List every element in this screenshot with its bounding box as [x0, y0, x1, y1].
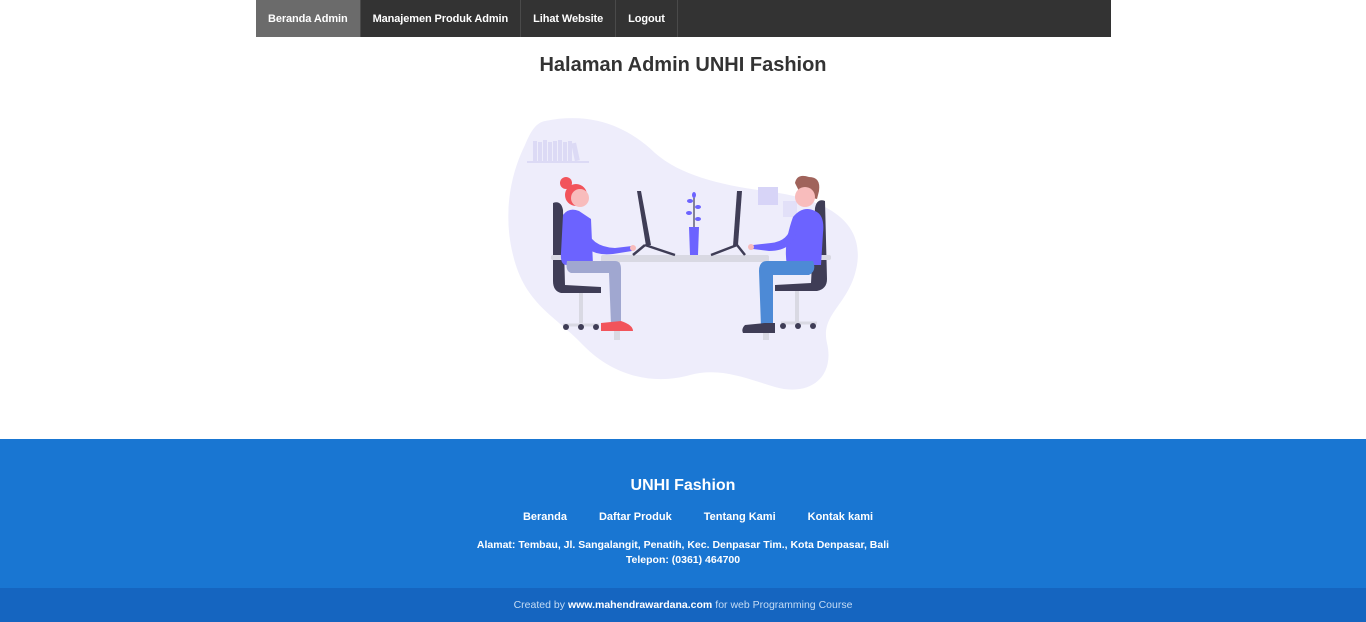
office-illustration-svg	[508, 118, 858, 390]
nav-beranda-admin[interactable]: Beranda Admin	[256, 0, 361, 37]
copyright-site-link[interactable]: www.mahendrawardana.com	[568, 599, 712, 611]
copyright-bar: Created by www.mahendrawardana.com for w…	[0, 588, 1366, 622]
wall-frame	[783, 201, 797, 217]
wall-frame	[758, 187, 778, 205]
footer-address: Alamat: Tembau, Jl. Sangalangit, Penatih…	[476, 539, 890, 551]
footer-links: Beranda Daftar Produk Tentang Kami Konta…	[0, 511, 1366, 523]
two-people-working-at-desk-illustration	[505, 115, 865, 395]
copyright-prefix: Created by	[513, 599, 565, 611]
nav-logout[interactable]: Logout	[616, 0, 678, 37]
footer-link-beranda[interactable]: Beranda	[523, 511, 567, 523]
nav-lihat-website[interactable]: Lihat Website	[521, 0, 617, 37]
top-navbar: Beranda Admin Manajemen Produk Admin Lih…	[256, 0, 1111, 37]
footer-title: UNHI Fashion	[630, 477, 736, 494]
footer-link-kontak-kami[interactable]: Kontak kami	[808, 511, 873, 523]
site-footer: UNHI Fashion Beranda Daftar Produk Tenta…	[0, 439, 1366, 588]
footer-link-tentang-kami[interactable]: Tentang Kami	[704, 511, 776, 523]
footer-link-daftar-produk[interactable]: Daftar Produk	[599, 511, 672, 523]
copyright-suffix: for web Programming Course	[715, 599, 853, 611]
footer-contact: Alamat: Tembau, Jl. Sangalangit, Penatih…	[0, 538, 1366, 568]
page-title: Halaman Admin UNHI Fashion	[539, 54, 827, 76]
footer-phone: Telepon: (0361) 464700	[625, 554, 741, 566]
nav-manajemen-produk-admin[interactable]: Manajemen Produk Admin	[361, 0, 522, 37]
